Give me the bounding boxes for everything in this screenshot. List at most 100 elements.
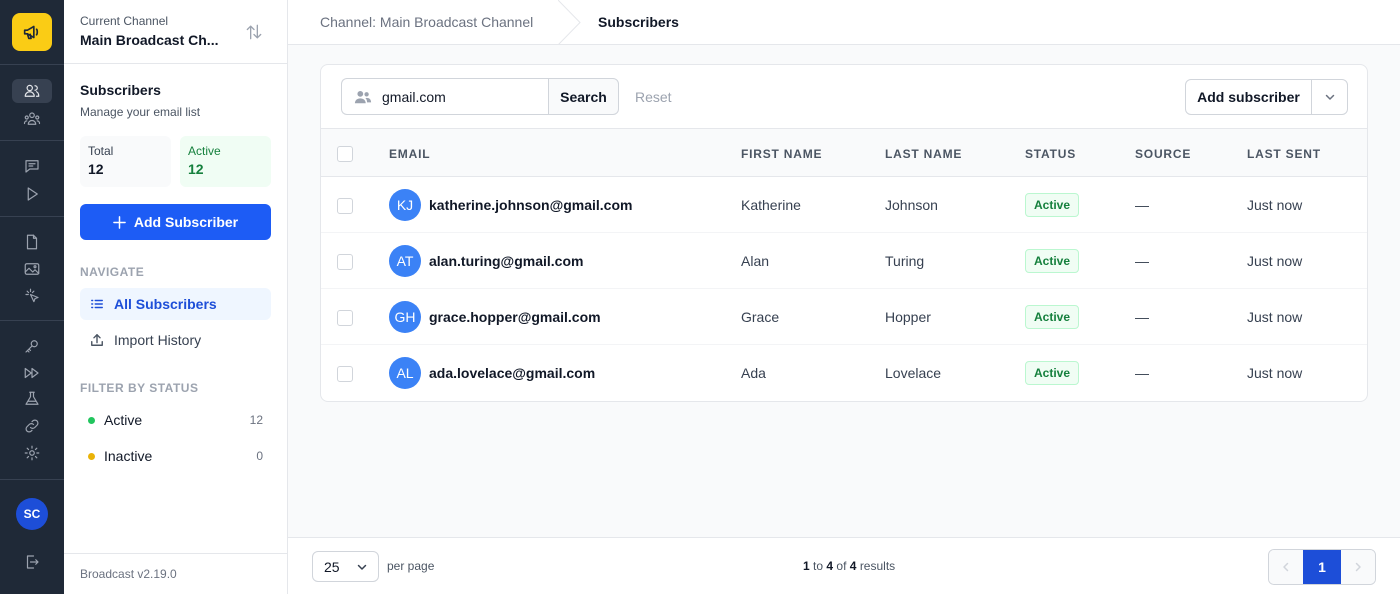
app-version: Broadcast v2.19.0: [80, 567, 177, 581]
list-icon: [91, 299, 103, 309]
navigate-label: NAVIGATE: [80, 265, 145, 279]
per-page-value: 25: [324, 558, 340, 575]
col-source[interactable]: SOURCE: [1135, 147, 1191, 161]
stat-total-value: 12: [88, 161, 104, 177]
key-icon[interactable]: [12, 334, 52, 358]
click-icon[interactable]: [12, 284, 52, 308]
row-last-sent: Just now: [1247, 365, 1303, 381]
table-row[interactable]: KJ katherine.johnson@gmail.com Katherine…: [321, 177, 1367, 233]
row-email[interactable]: katherine.johnson@gmail.com: [429, 197, 632, 213]
document-icon[interactable]: [12, 230, 52, 254]
row-first-name: Alan: [741, 253, 770, 269]
select-all-checkbox[interactable]: [337, 146, 353, 162]
user-avatar[interactable]: SC: [16, 498, 48, 530]
row-email[interactable]: grace.hopper@gmail.com: [429, 309, 601, 325]
row-checkbox[interactable]: [337, 254, 353, 270]
add-subscriber-dropdown[interactable]: [1311, 79, 1348, 115]
results-to: 4: [826, 559, 834, 573]
filter-active-count: 12: [249, 413, 263, 427]
prev-page-button[interactable]: [1269, 550, 1304, 584]
pagination-bar: 25 per page 1 to 4 of 4 results 1: [288, 537, 1400, 594]
per-page-select[interactable]: 25: [312, 551, 379, 582]
stat-active: Active 12: [180, 136, 271, 187]
plus-icon: [113, 215, 126, 229]
page-button-current[interactable]: 1: [1303, 550, 1341, 584]
search-field[interactable]: [341, 78, 549, 115]
avatar: AT: [389, 245, 421, 277]
results-to-word: to: [813, 559, 824, 573]
table-row[interactable]: AL ada.lovelace@gmail.com Ada Lovelace A…: [321, 345, 1367, 401]
row-last-sent: Just now: [1247, 309, 1303, 325]
add-subscriber-button[interactable]: Add Subscriber: [80, 204, 271, 240]
filter-inactive-count: 0: [256, 449, 263, 463]
avatar: AL: [389, 357, 421, 389]
segments-icon[interactable]: [12, 107, 52, 131]
logout-icon[interactable]: [12, 550, 52, 574]
row-checkbox[interactable]: [337, 198, 353, 214]
flask-icon[interactable]: [12, 387, 52, 411]
col-last-name[interactable]: LAST NAME: [885, 147, 962, 161]
fast-forward-icon[interactable]: [12, 361, 52, 385]
row-source: —: [1135, 309, 1149, 325]
row-email[interactable]: alan.turing@gmail.com: [429, 253, 583, 269]
users-icon: [354, 90, 372, 103]
row-last-name: Lovelace: [885, 365, 942, 381]
channel-label: Current Channel: [80, 14, 169, 28]
table-row[interactable]: AT alan.turing@gmail.com Alan Turing Act…: [321, 233, 1367, 289]
megaphone-logo-icon[interactable]: [12, 13, 52, 51]
breadcrumb-chevron-icon: [558, 0, 581, 45]
avatar: KJ: [389, 189, 421, 221]
reset-button[interactable]: Reset: [635, 89, 672, 105]
col-last-sent[interactable]: LAST SENT: [1247, 147, 1321, 161]
chevron-right-icon: [1355, 562, 1361, 572]
per-page-label: per page: [387, 559, 435, 573]
pager: 1: [1268, 549, 1376, 585]
row-email[interactable]: ada.lovelace@gmail.com: [429, 365, 595, 381]
row-last-name: Turing: [885, 253, 925, 269]
add-subscriber-toolbar-button[interactable]: Add subscriber: [1185, 79, 1312, 115]
row-source: —: [1135, 197, 1149, 213]
nav-import-history-label: Import History: [114, 332, 202, 348]
stat-total: Total 12: [80, 136, 171, 187]
breadcrumb-channel[interactable]: Channel: Main Broadcast Channel: [320, 14, 533, 30]
row-checkbox[interactable]: [337, 310, 353, 326]
search-input[interactable]: [382, 88, 532, 105]
subscribers-icon[interactable]: [12, 79, 52, 103]
channel-name[interactable]: Main Broadcast Ch...: [80, 32, 218, 48]
col-status[interactable]: STATUS: [1025, 147, 1076, 161]
row-source: —: [1135, 365, 1149, 381]
row-checkbox[interactable]: [337, 366, 353, 382]
filter-inactive-label: Inactive: [104, 448, 153, 464]
link-icon[interactable]: [12, 414, 52, 438]
messages-icon[interactable]: [12, 154, 52, 178]
status-badge: Active: [1025, 305, 1080, 329]
gear-icon[interactable]: [12, 441, 52, 465]
search-button[interactable]: Search: [548, 78, 619, 115]
status-badge: Active: [1025, 249, 1080, 273]
play-icon[interactable]: [12, 182, 52, 206]
sidebar-title: Subscribers: [80, 82, 161, 98]
sidebar-subtitle: Manage your email list: [80, 105, 201, 119]
next-page-button[interactable]: [1340, 550, 1375, 584]
nav-all-subscribers-label: All Subscribers: [114, 296, 217, 312]
sidebar: Current Channel Main Broadcast Ch... Sub…: [64, 0, 288, 594]
row-last-sent: Just now: [1247, 253, 1303, 269]
row-first-name: Grace: [741, 309, 780, 325]
filter-inactive[interactable]: Inactive 0: [80, 442, 271, 470]
switch-channel-icon[interactable]: [244, 22, 264, 42]
table-row[interactable]: GH grace.hopper@gmail.com Grace Hopper A…: [321, 289, 1367, 345]
nav-all-subscribers[interactable]: All Subscribers: [80, 288, 271, 320]
image-icon[interactable]: [12, 257, 52, 281]
stat-active-label: Active: [188, 144, 221, 158]
col-email[interactable]: EMAIL: [389, 147, 430, 161]
col-first-name[interactable]: FIRST NAME: [741, 147, 822, 161]
breadcrumb: Channel: Main Broadcast Channel Subscrib…: [288, 0, 1400, 45]
results-summary: 1 to 4 of 4 results: [803, 559, 895, 573]
filter-by-status-label: FILTER BY STATUS: [80, 381, 199, 395]
filter-active[interactable]: Active 12: [80, 406, 271, 434]
add-subscriber-label: Add Subscriber: [133, 214, 239, 230]
chevron-down-icon: [357, 564, 367, 570]
nav-import-history[interactable]: Import History: [80, 324, 271, 356]
row-first-name: Ada: [741, 365, 766, 381]
table-header: EMAIL FIRST NAME LAST NAME STATUS SOURCE…: [321, 128, 1367, 177]
